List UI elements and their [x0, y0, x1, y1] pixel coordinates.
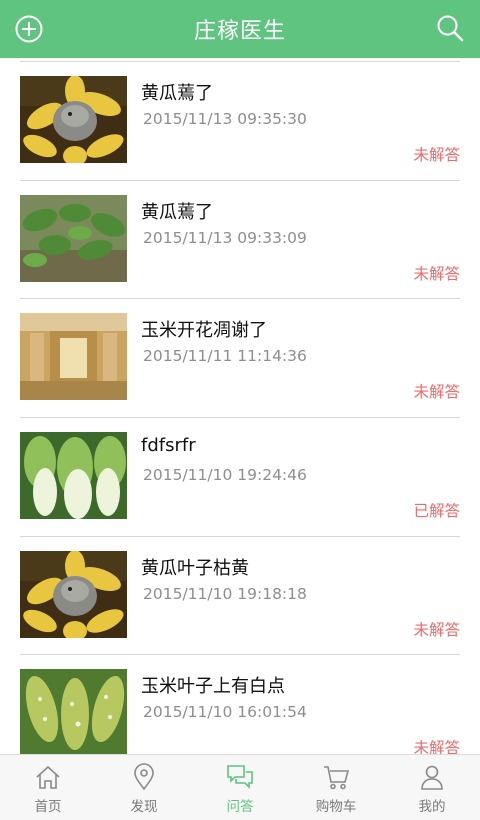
status-badge: 已解答 — [413, 502, 460, 521]
location-pin-icon — [134, 763, 154, 791]
list-item[interactable]: 黄瓜蔫了 2015/11/13 09:35:30 未解答 — [20, 62, 460, 181]
app-header: 庄稼医生 — [0, 0, 480, 58]
status-badge: 未解答 — [413, 739, 460, 754]
status-badge: 未解答 — [413, 264, 460, 283]
chat-bubbles-icon — [227, 765, 253, 789]
tab-qa[interactable]: 问答 — [192, 755, 288, 820]
question-thumbnail — [20, 669, 127, 754]
question-thumbnail — [20, 313, 127, 401]
question-time: 2015/11/10 19:18:18 — [143, 584, 307, 603]
list-item[interactable]: 黄瓜叶子枯黄 2015/11/10 19:18:18 未解答 — [20, 537, 460, 656]
bottom-tab-bar: 首页 发现 问答 购物车 我的 — [0, 754, 480, 820]
page-title: 庄稼医生 — [193, 19, 286, 44]
question-title: fdfsrfr — [141, 435, 196, 457]
tab-discover[interactable]: 发现 — [96, 755, 192, 820]
list-item[interactable]: 黄瓜蔫了 2015/11/13 09:33:09 未解答 — [20, 181, 460, 300]
tab-home[interactable]: 首页 — [0, 755, 96, 820]
question-title: 黄瓜叶子枯黄 — [141, 557, 249, 579]
question-time: 2015/11/13 09:35:30 — [143, 110, 307, 128]
question-title: 玉米开花凋谢了 — [141, 320, 267, 342]
status-badge: 未解答 — [413, 620, 460, 639]
status-badge: 未解答 — [413, 383, 460, 402]
tab-label: 发现 — [130, 799, 158, 815]
question-thumbnail — [20, 550, 127, 638]
user-icon — [421, 765, 443, 790]
list-item[interactable]: 玉米叶子上有白点 2015/11/10 16:01:54 未解答 — [20, 655, 460, 754]
tab-label: 首页 — [34, 799, 62, 815]
tab-label: 我的 — [418, 799, 446, 815]
question-thumbnail — [20, 194, 127, 282]
question-time: 2015/11/10 19:24:46 — [143, 466, 307, 485]
question-thumbnail — [20, 432, 127, 520]
tab-label: 问答 — [226, 799, 254, 815]
shopping-cart-icon — [324, 766, 350, 790]
search-icon — [437, 15, 464, 42]
status-badge: 未解答 — [413, 146, 460, 164]
question-title: 黄瓜蔫了 — [141, 83, 213, 104]
plus-circle-icon — [15, 15, 43, 43]
tab-label: 购物车 — [315, 799, 357, 815]
tab-profile[interactable]: 我的 — [384, 755, 480, 820]
tab-cart[interactable]: 购物车 — [288, 755, 384, 820]
question-time: 2015/11/11 11:14:36 — [143, 347, 307, 366]
question-title: 玉米叶子上有白点 — [141, 676, 285, 698]
question-time: 2015/11/13 09:33:09 — [143, 228, 307, 247]
question-time: 2015/11/10 16:01:54 — [143, 703, 307, 722]
list-item[interactable]: fdfsrfr 2015/11/10 19:24:46 已解答 — [20, 418, 460, 537]
question-list[interactable]: 黄瓜蔫了 2015/11/13 09:35:30 未解答 黄瓜蔫了 2015/1… — [0, 58, 480, 754]
list-item[interactable]: 玉米开花凋谢了 2015/11/11 11:14:36 未解答 — [20, 299, 460, 419]
question-thumbnail — [20, 76, 127, 163]
add-question-button[interactable] — [14, 14, 44, 44]
question-title: 黄瓜蔫了 — [141, 201, 213, 223]
search-button[interactable] — [436, 14, 464, 42]
home-icon — [36, 765, 60, 789]
